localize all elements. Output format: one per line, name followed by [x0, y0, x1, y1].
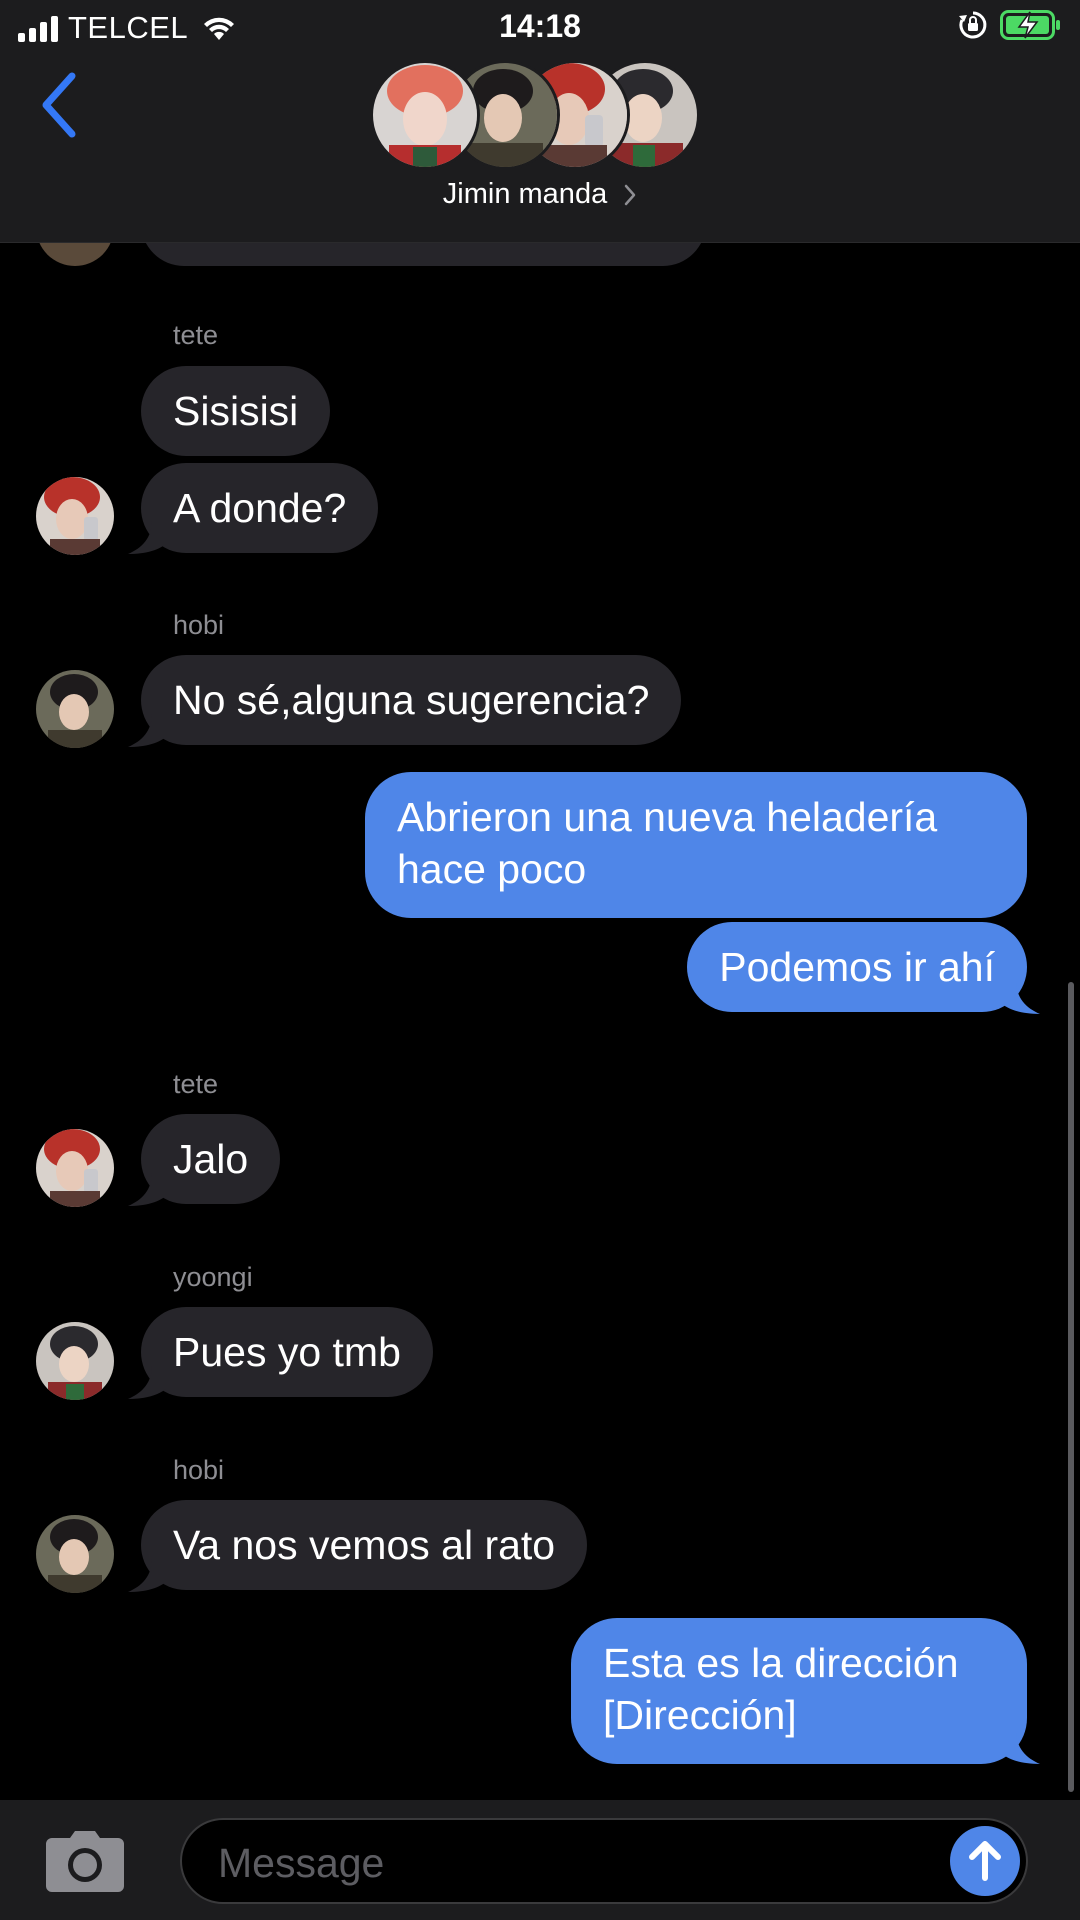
sender-name: yoongi: [173, 1262, 253, 1292]
incoming-message[interactable]: Va nos vemos al rato: [141, 1500, 588, 1590]
incoming-message[interactable]: No sé,alguna sugerencia?: [141, 655, 682, 745]
avatar[interactable]: [36, 477, 114, 555]
avatar[interactable]: [36, 1129, 114, 1207]
bubble-tail: [128, 1365, 168, 1399]
group-name-button[interactable]: Jimin manda: [0, 178, 1080, 211]
battery-charging-icon: [1000, 10, 1060, 40]
composer-bar: Message: [0, 1800, 1080, 1920]
incoming-message[interactable]: A donde?: [141, 463, 379, 553]
chevron-right-icon: [624, 184, 636, 205]
conversation-header: TELCEL 14:18 Jimin manda: [0, 0, 1080, 243]
sender-name: hobi: [173, 1455, 225, 1485]
conversation[interactable]: tete Sisisisi A donde? hobi No sé,alguna…: [0, 0, 1080, 1800]
scrollbar[interactable]: [1068, 982, 1074, 1792]
outgoing-message[interactable]: Abrieron una nueva heladería hace poco: [365, 772, 1027, 918]
sender-name: hobi: [173, 610, 225, 640]
group-avatars[interactable]: [370, 60, 710, 170]
group-name: Jimin manda: [442, 178, 608, 210]
message-input[interactable]: Message: [180, 1818, 1028, 1904]
bubble-tail: [1000, 980, 1040, 1014]
incoming-message[interactable]: Sisisisi: [141, 366, 331, 456]
bubble-tail: [128, 713, 168, 747]
message-placeholder: Message: [218, 1840, 385, 1886]
status-bar: TELCEL 14:18: [0, 0, 1080, 54]
send-button[interactable]: [950, 1826, 1020, 1896]
bubble-tail: [1000, 1730, 1040, 1764]
sender-name: tete: [173, 1069, 219, 1099]
avatar[interactable]: [36, 1515, 114, 1593]
participant-avatar: [370, 60, 480, 170]
sender-name: tete: [173, 320, 219, 350]
outgoing-message[interactable]: Esta es la dirección [Dirección]: [571, 1618, 1027, 1764]
bubble-tail: [128, 1172, 168, 1206]
arrow-up-icon: [969, 1841, 1001, 1881]
outgoing-message[interactable]: Podemos ir ahí: [687, 922, 1027, 1012]
back-button[interactable]: [36, 70, 86, 140]
orientation-lock-icon: [959, 11, 987, 39]
bubble-tail: [128, 520, 168, 554]
avatar[interactable]: [36, 1322, 114, 1400]
incoming-message[interactable]: Pues yo tmb: [141, 1307, 433, 1397]
status-time: 14:18: [499, 8, 581, 44]
bubble-tail: [128, 1558, 168, 1592]
avatar[interactable]: [36, 670, 114, 748]
camera-icon[interactable]: [44, 1830, 126, 1894]
